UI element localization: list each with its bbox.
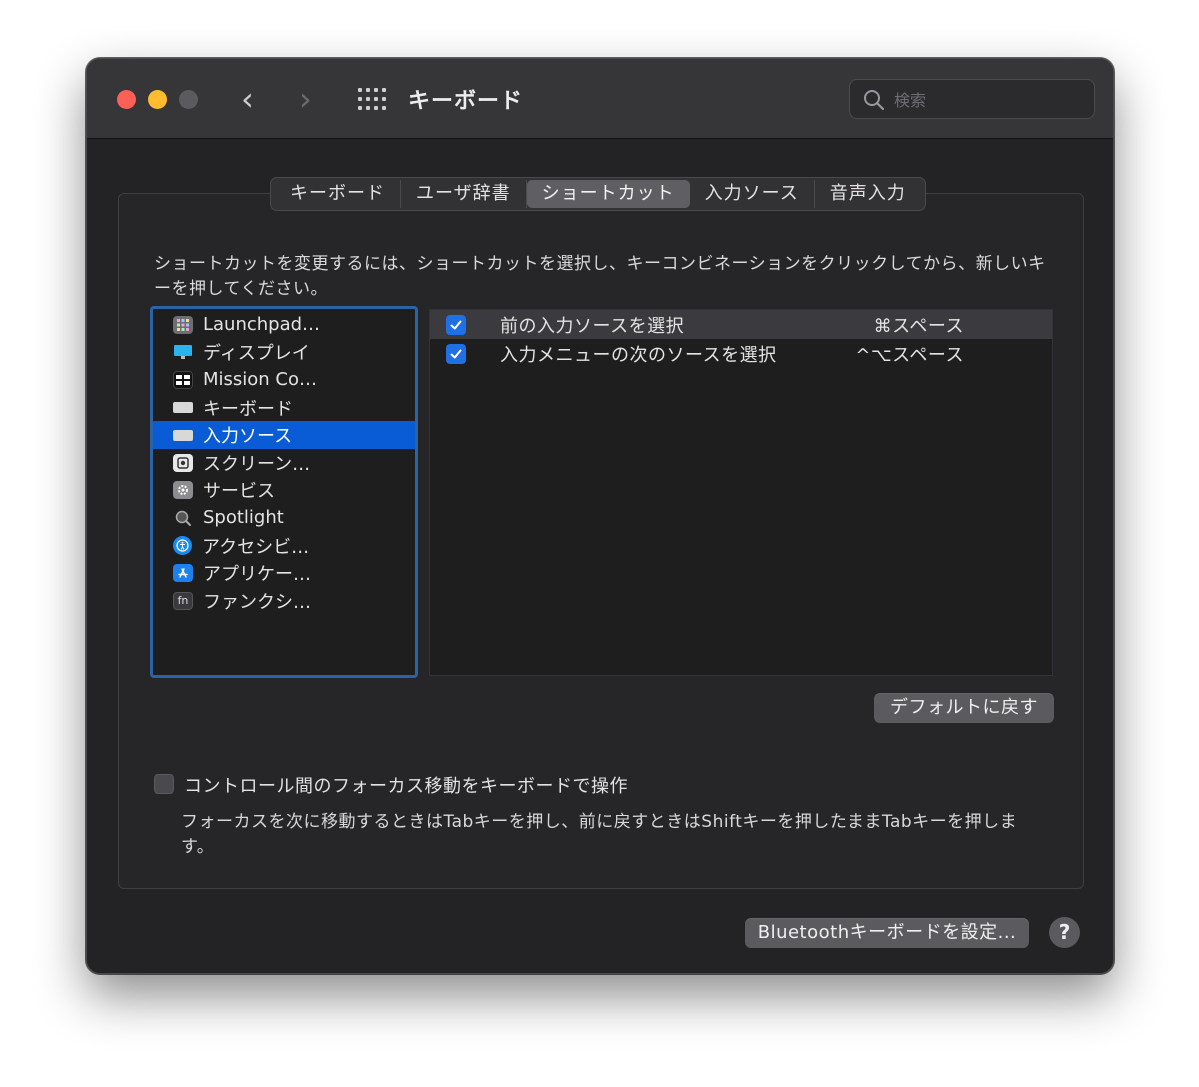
category-item-function-keys[interactable]: fn ファンクシ… <box>153 587 415 615</box>
category-label: ディスプレイ <box>203 343 310 365</box>
keyboard-icon <box>173 402 193 414</box>
display-icon <box>173 343 193 361</box>
shortcut-label: 入力メニューの次のソースを選択 <box>500 345 777 366</box>
category-label: サービス <box>203 481 275 503</box>
shortcut-key[interactable]: ⌘スペース <box>874 312 964 338</box>
title-bar: ‹ › キーボード <box>87 59 1113 139</box>
mission-control-icon <box>173 370 193 389</box>
tab-shortcuts[interactable]: ショートカット <box>526 180 690 208</box>
zoom-window-button[interactable] <box>179 90 198 109</box>
shortcuts-group-box: ショートカットを変更するには、ショートカットを選択し、キーコンビネーションをクリ… <box>118 193 1084 889</box>
back-chevron-icon[interactable]: ‹ <box>241 81 254 117</box>
restore-defaults-button[interactable]: デフォルトに戻す <box>874 693 1054 723</box>
category-label: Spotlight <box>203 507 284 529</box>
tab-bar: キーボード ユーザ辞書 ショートカット 入力ソース 音声入力 <box>270 177 926 211</box>
checkmark-icon <box>450 349 462 359</box>
category-label: アクセシビ… <box>202 536 310 558</box>
checkmark-icon <box>450 320 462 330</box>
search-input[interactable] <box>894 86 1084 114</box>
shortcut-row[interactable]: 入力メニューの次のソースを選択 ^⌥スペース <box>430 339 1052 368</box>
setup-bluetooth-keyboard-button[interactable]: Bluetoothキーボードを設定... <box>745 918 1029 948</box>
services-gear-icon <box>173 481 193 500</box>
window-title: キーボード <box>408 89 524 114</box>
accessibility-icon <box>173 536 192 556</box>
fn-key-icon: fn <box>173 591 193 610</box>
keyboard-focus-description: フォーカスを次に移動するときはTabキーを押し、前に戻すときはShiftキーを押… <box>181 812 1018 857</box>
app-store-icon <box>173 564 193 583</box>
category-item-mission-control[interactable]: Mission Co… <box>153 366 415 394</box>
category-item-services[interactable]: サービス <box>153 477 415 505</box>
instructions-text: ショートカットを変更するには、ショートカットを選択し、キーコンビネーションをクリ… <box>154 254 1046 299</box>
category-item-app-shortcuts[interactable]: アプリケー… <box>153 559 415 587</box>
shortcut-key[interactable]: ^⌥スペース <box>855 341 964 367</box>
category-label: 入力ソース <box>203 426 293 448</box>
tab-user-dictionary[interactable]: ユーザ辞書 <box>401 180 527 208</box>
category-label: キーボード <box>203 398 293 420</box>
category-list[interactable]: Launchpad… ディスプレイ Mission Co… キーボード 入力ソー… <box>150 306 418 678</box>
tab-keyboard[interactable]: キーボード <box>275 180 401 208</box>
input-source-icon <box>173 429 193 441</box>
search-field[interactable] <box>849 79 1095 119</box>
spotlight-icon <box>173 509 193 527</box>
category-item-keyboard[interactable]: キーボード <box>153 394 415 422</box>
shortcut-label: 前の入力ソースを選択 <box>500 316 685 337</box>
shortcut-enable-checkbox[interactable] <box>446 344 466 364</box>
shortcut-enable-checkbox[interactable] <box>446 315 466 335</box>
preferences-window: ‹ › キーボード ショートカットを変更するには、ショートカットを選択し、キーコ… <box>86 58 1114 974</box>
keyboard-focus-label[interactable]: コントロール間のフォーカス移動をキーボードで操作 <box>184 772 628 798</box>
keyboard-focus-checkbox[interactable] <box>154 774 174 794</box>
category-item-accessibility[interactable]: アクセシビ… <box>153 532 415 560</box>
close-window-button[interactable] <box>117 90 136 109</box>
category-label: ファンクシ… <box>203 591 311 613</box>
shortcut-row[interactable]: 前の入力ソースを選択 ⌘スペース <box>430 310 1052 339</box>
tab-input-sources[interactable]: 入力ソース <box>690 180 815 208</box>
category-item-spotlight[interactable]: Spotlight <box>153 504 415 532</box>
help-button[interactable]: ? <box>1049 917 1080 948</box>
show-all-grid-icon[interactable] <box>358 88 386 110</box>
category-label: Launchpad… <box>203 314 321 336</box>
category-label: アプリケー… <box>203 564 311 586</box>
category-item-display[interactable]: ディスプレイ <box>153 339 415 367</box>
launchpad-icon <box>173 315 193 334</box>
category-label: Mission Co… <box>203 369 318 391</box>
category-item-screenshots[interactable]: スクリーン… <box>153 449 415 477</box>
forward-chevron-icon[interactable]: › <box>299 81 312 117</box>
category-item-input-sources[interactable]: 入力ソース <box>153 421 415 449</box>
category-label: スクリーン… <box>203 453 311 475</box>
search-icon <box>864 90 885 111</box>
category-item-launchpad[interactable]: Launchpad… <box>153 311 415 339</box>
minimize-window-button[interactable] <box>148 90 167 109</box>
tab-dictation[interactable]: 音声入力 <box>815 180 921 208</box>
shortcut-list[interactable]: 前の入力ソースを選択 ⌘スペース 入力メニューの次のソースを選択 ^⌥スペース <box>429 309 1053 676</box>
screenshot-icon <box>173 453 193 472</box>
